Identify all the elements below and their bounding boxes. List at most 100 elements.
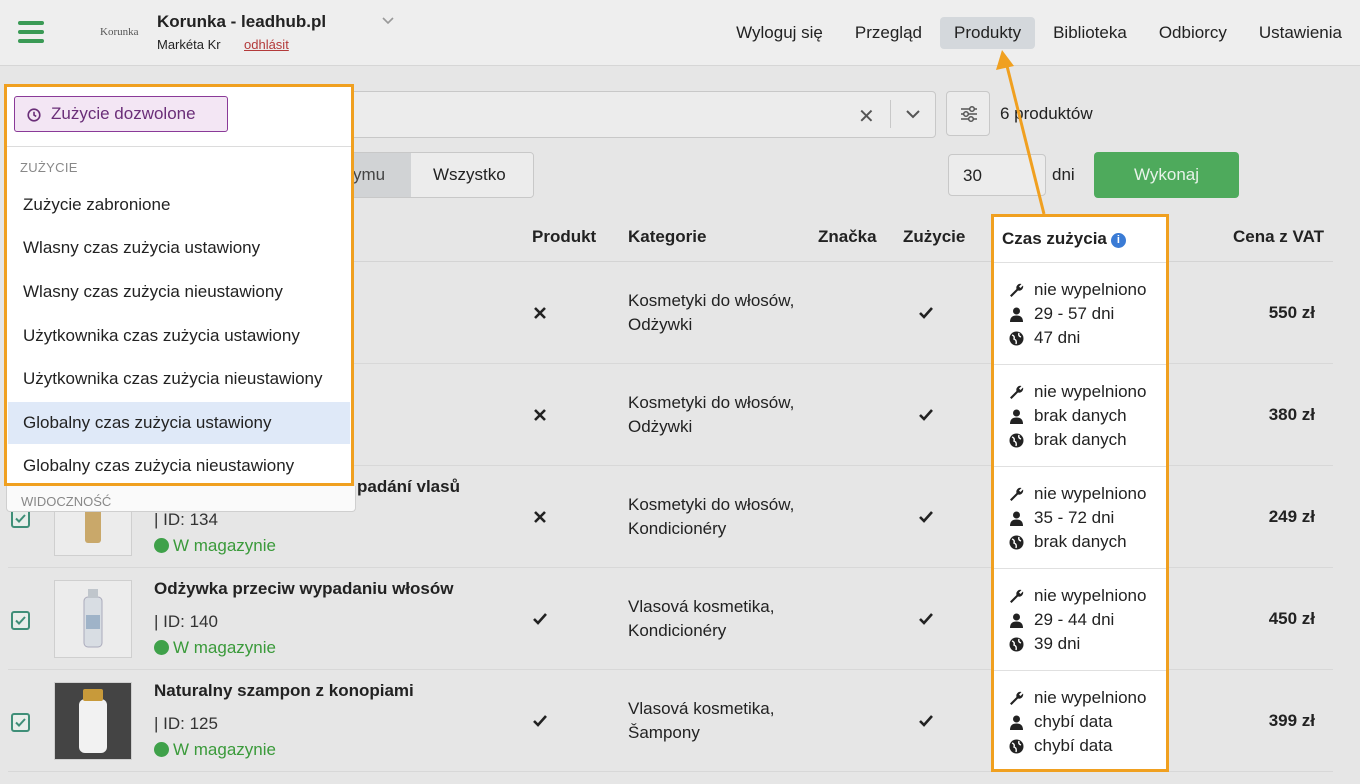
- stock-status: W magazynie: [154, 638, 276, 658]
- x-icon: [534, 307, 546, 319]
- days-input[interactable]: 30: [948, 154, 1046, 196]
- own-usage-time: nie wypelniono: [1008, 586, 1146, 606]
- user-usage-time: brak danych: [1008, 406, 1127, 426]
- user-usage-time: chybí data: [1008, 712, 1112, 732]
- category-line: Šampony: [628, 723, 700, 742]
- header-zuzycie[interactable]: Zużycie: [903, 227, 965, 247]
- check-icon: [15, 514, 26, 523]
- chevron-down-icon[interactable]: [381, 14, 395, 28]
- user-usage-time: 35 - 72 dni: [1008, 508, 1114, 528]
- global-usage-time: chybí data: [1008, 736, 1112, 756]
- dropdown-option[interactable]: Globalny czas zużycia nieustawiony: [8, 445, 350, 487]
- own-usage-time: nie wypelniono: [1008, 484, 1146, 504]
- wrench-icon: [1010, 691, 1024, 705]
- user-usage-time: 29 - 44 dni: [1008, 610, 1114, 630]
- wrench-icon: [1010, 385, 1024, 399]
- header-cena[interactable]: Cena z VAT: [1233, 227, 1324, 247]
- segment-option-all[interactable]: Wszystko: [411, 153, 533, 197]
- price: 450 zł: [1268, 609, 1315, 628]
- top-bar: Korunka Korunka - leadhub.pl Markéta Kr …: [0, 0, 1360, 66]
- days-label: dni: [1052, 165, 1075, 184]
- dropdown-option[interactable]: Wlasny czas zużycia nieustawiony: [8, 271, 350, 313]
- header-kategorie[interactable]: Kategorie: [628, 227, 706, 247]
- check-icon: [919, 613, 933, 625]
- user-icon: [1010, 613, 1023, 628]
- globe-icon: [1009, 637, 1024, 652]
- header-produkt[interactable]: Produkt: [532, 227, 596, 247]
- dropdown-option[interactable]: Zużycie zabronione: [8, 184, 350, 226]
- run-button[interactable]: Wykonaj: [1094, 152, 1239, 198]
- info-icon[interactable]: i: [1110, 233, 1126, 248]
- x-icon: [534, 511, 546, 523]
- clock-icon: [27, 108, 41, 122]
- nav-settings[interactable]: Ustawienia: [1245, 17, 1356, 49]
- price: 380 zł: [1268, 405, 1315, 424]
- row-checkbox[interactable]: [11, 713, 30, 732]
- selected-filter-chip[interactable]: Zużycie dozwolone: [14, 96, 228, 132]
- global-usage-time: brak danych: [1008, 532, 1127, 552]
- stock-status: W magazynie: [154, 740, 276, 760]
- product-name[interactable]: padání vlasů: [357, 477, 460, 497]
- nav-products[interactable]: Produkty: [940, 17, 1036, 49]
- nav-recipients[interactable]: Odbiorcy: [1145, 17, 1241, 49]
- divider: [7, 146, 351, 147]
- nav-overview[interactable]: Przegląd: [841, 17, 936, 49]
- hamburger-menu-icon[interactable]: [18, 21, 44, 43]
- product-thumbnail[interactable]: [54, 580, 132, 658]
- product-thumbnail[interactable]: [54, 682, 132, 760]
- globe-icon: [1009, 535, 1024, 550]
- globe-icon: [1009, 331, 1024, 346]
- clear-filter-close-icon[interactable]: ✕: [858, 104, 875, 129]
- product-id: | ID: 140: [154, 612, 218, 631]
- x-icon: [534, 409, 546, 421]
- usage-time-column: Czas zużycia i nie wypelniono 29 - 57 dni…: [991, 214, 1169, 772]
- filter-settings-button[interactable]: [946, 91, 990, 136]
- check-icon: [533, 715, 547, 727]
- own-usage-time: nie wypelniono: [1008, 382, 1146, 402]
- row-checkbox[interactable]: [11, 611, 30, 630]
- dropdown-option[interactable]: Użytkownika czas zużycia nieustawiony: [8, 358, 350, 400]
- nav-library[interactable]: Biblioteka: [1039, 17, 1141, 49]
- wrench-icon: [1010, 487, 1024, 501]
- dropdown-option[interactable]: Wlasny czas zużycia ustawiony: [8, 227, 350, 269]
- product-id: | ID: 125: [154, 714, 218, 733]
- wrench-icon: [1010, 589, 1024, 603]
- usage-time-cell: nie wypelniono chybí data chybí data: [994, 670, 1166, 772]
- category-cell: Kosmetyki do włosów, Odżywki: [628, 391, 794, 439]
- shop-title[interactable]: Korunka - leadhub.pl: [157, 12, 326, 32]
- user-icon: [1010, 511, 1023, 526]
- main-nav: Wyloguj się Przegląd Produkty Biblioteka…: [722, 17, 1360, 49]
- dropdown-option-highlighted[interactable]: Globalny czas zużycia ustawiony: [8, 402, 350, 444]
- category-line: Kondicionéry: [628, 519, 727, 538]
- wrench-icon: [1010, 283, 1024, 297]
- usage-time-cell: nie wypelniono 29 - 57 dni 47 dni: [994, 262, 1166, 364]
- header-czas-zuzycia[interactable]: Czas zużycia i: [1002, 229, 1126, 249]
- global-usage-time: 39 dni: [1008, 634, 1080, 654]
- check-icon: [15, 616, 26, 625]
- own-usage-time: nie wypelniono: [1008, 280, 1146, 300]
- usage-time-cell: nie wypelniono brak danych brak danych: [994, 364, 1166, 466]
- logout-link[interactable]: odhlásit: [244, 37, 289, 52]
- dropdown-overflow: WIDOCZNOŚĆ: [6, 486, 356, 512]
- product-name[interactable]: Naturalny szampon z konopiami: [154, 681, 414, 701]
- dropdown-option[interactable]: Użytkownika czas zużycia ustawiony: [8, 315, 350, 357]
- divider: [890, 100, 891, 128]
- check-icon: [533, 613, 547, 625]
- usage-time-cell: nie wypelniono 29 - 44 dni 39 dni: [994, 568, 1166, 670]
- product-count: 6 produktów: [1000, 104, 1093, 123]
- check-icon: [919, 409, 933, 421]
- product-id: | ID: 134: [154, 510, 218, 529]
- category-line: Odżywki: [628, 417, 693, 436]
- chevron-down-icon[interactable]: [905, 108, 921, 120]
- nav-logout[interactable]: Wyloguj się: [722, 17, 837, 49]
- header-znacka[interactable]: Značka: [818, 227, 877, 247]
- category-cell: Kosmetyki do włosów, Kondicionéry: [628, 493, 794, 541]
- stock-dot-icon: [154, 742, 169, 757]
- globe-icon: [1009, 433, 1024, 448]
- product-name[interactable]: Odżywka przeciw wypadaniu włosów: [154, 579, 453, 599]
- stock-dot-icon: [154, 538, 169, 553]
- category-line: Kosmetyki do włosów,: [628, 495, 795, 514]
- price: 399 zł: [1268, 711, 1315, 730]
- dropdown-section-visibility: WIDOCZNOŚĆ: [21, 494, 112, 509]
- price: 249 zł: [1268, 507, 1315, 526]
